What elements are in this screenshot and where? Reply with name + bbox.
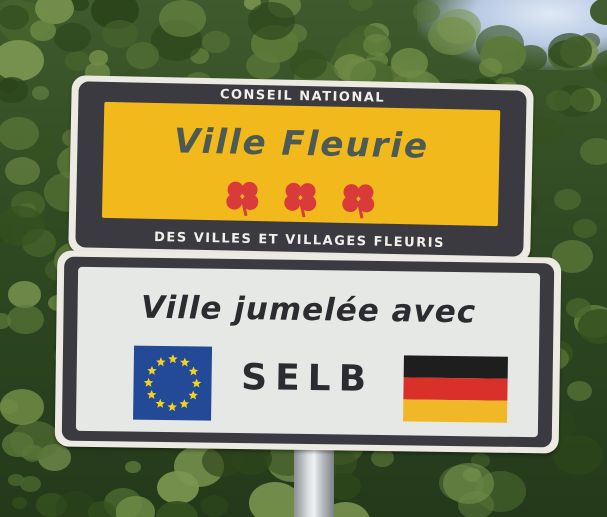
flower-icon bbox=[342, 184, 375, 219]
flag-stripe-gold bbox=[403, 399, 508, 423]
sign-border: Ville jumelée avec SELB bbox=[61, 256, 555, 448]
leaf-cluster bbox=[371, 448, 394, 467]
flag-stripe-red bbox=[403, 377, 508, 401]
eu-star bbox=[167, 402, 178, 412]
leaf-cluster bbox=[0, 389, 44, 425]
leaf-cluster bbox=[30, 20, 56, 41]
leaf-cluster bbox=[89, 50, 109, 66]
leaf-cluster bbox=[348, 0, 373, 12]
leaf-cluster bbox=[0, 39, 45, 81]
flower-icon bbox=[284, 182, 317, 218]
leaf-cluster bbox=[125, 42, 160, 70]
leaf-cluster bbox=[159, 0, 206, 37]
leaf-cluster bbox=[363, 34, 391, 57]
eu-star bbox=[155, 398, 166, 408]
leaf-cluster bbox=[4, 157, 40, 186]
leaf-cluster bbox=[545, 90, 573, 112]
leaf-cluster bbox=[290, 49, 327, 80]
leaf-cluster bbox=[390, 47, 428, 78]
leaf-cluster bbox=[11, 496, 27, 510]
ville-fleurie-sign: CONSEIL NATIONAL Ville Fleurie DES VILLE… bbox=[68, 75, 534, 263]
leaf-cluster bbox=[0, 116, 40, 150]
germany-flag-icon bbox=[403, 355, 508, 423]
leaf-cluster bbox=[102, 19, 139, 49]
sign-panel: Ville jumelée avec SELB bbox=[75, 266, 541, 438]
leaf-cluster bbox=[125, 461, 141, 474]
leaf-cluster bbox=[116, 496, 156, 517]
eu-star bbox=[179, 399, 190, 409]
leaf-cluster bbox=[573, 218, 598, 239]
sign-border: CONSEIL NATIONAL Ville Fleurie DES VILLE… bbox=[75, 81, 527, 257]
leaf-cluster bbox=[200, 495, 228, 517]
photo-scene: CONSEIL NATIONAL Ville Fleurie DES VILLE… bbox=[0, 0, 607, 517]
leaf-cluster bbox=[7, 281, 41, 308]
twin-text: Ville jumelée avec bbox=[140, 289, 477, 331]
leaf-cluster bbox=[577, 309, 607, 345]
sign-panel: Ville Fleurie bbox=[101, 101, 501, 227]
leaf-cluster bbox=[554, 188, 581, 210]
leaf-cluster bbox=[412, 1, 440, 23]
leaf-cluster bbox=[25, 444, 43, 459]
sign-footer: DES VILLES ET VILLAGES FLEURIS bbox=[153, 229, 446, 252]
leaf-cluster bbox=[202, 445, 243, 478]
leaf-cluster bbox=[580, 137, 607, 165]
leaf-cluster bbox=[247, 1, 295, 40]
flower-rating bbox=[102, 174, 499, 222]
leaf-cluster bbox=[54, 22, 91, 53]
leaf-cluster bbox=[31, 86, 49, 101]
leaf-cluster bbox=[6, 304, 44, 335]
flower-icon bbox=[226, 181, 259, 217]
leaf-cluster bbox=[478, 58, 503, 77]
leaf-cluster bbox=[566, 380, 592, 401]
flag-stripe-black bbox=[403, 355, 508, 379]
leaf-cluster bbox=[528, 117, 564, 146]
leaf-cluster bbox=[548, 33, 592, 69]
leaf-cluster bbox=[156, 501, 198, 517]
twin-town-sign: Ville jumelée avec SELB bbox=[54, 250, 562, 454]
leaf-cluster bbox=[87, 500, 116, 517]
leaf-cluster bbox=[0, 77, 28, 104]
sign-pole bbox=[294, 448, 334, 517]
leaf-cluster bbox=[157, 470, 200, 505]
leaf-cluster bbox=[436, 8, 481, 45]
sign-title: Ville Fleurie bbox=[173, 121, 430, 167]
leaf-cluster bbox=[8, 474, 24, 487]
